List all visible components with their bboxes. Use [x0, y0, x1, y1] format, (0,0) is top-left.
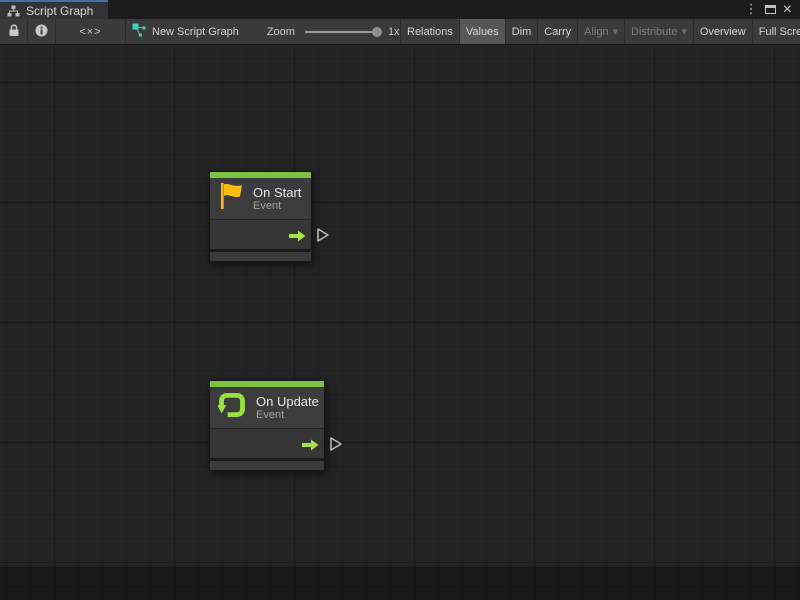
carry-label: Carry: [544, 26, 571, 38]
node-on-update[interactable]: On Update Event: [209, 380, 325, 471]
code-angle-x-icon: <×>: [79, 26, 101, 38]
distribute-label: Distribute: [631, 26, 677, 38]
node-port-row: [210, 428, 324, 458]
relations-button[interactable]: Relations: [400, 19, 459, 45]
relations-label: Relations: [407, 26, 453, 38]
flow-arrow-icon: [289, 229, 306, 247]
node-footer: [210, 249, 311, 261]
node-title: On Update: [256, 394, 319, 409]
dim-label: Dim: [512, 26, 532, 38]
graph-canvas[interactable]: On Start Event: [0, 46, 800, 600]
tab-label: Script Graph: [26, 4, 93, 18]
full-screen-button[interactable]: Full Screen: [752, 19, 800, 45]
align-label: Align: [584, 26, 608, 38]
lock-button[interactable]: [0, 19, 28, 44]
node-subtitle: Event: [256, 409, 319, 422]
code-preview-button[interactable]: <×>: [56, 19, 126, 44]
info-icon: [35, 24, 48, 40]
align-dropdown[interactable]: Align ▼: [577, 19, 624, 45]
maximize-icon[interactable]: [765, 5, 776, 14]
node-subtitle: Event: [253, 200, 301, 213]
node-on-start[interactable]: On Start Event: [209, 171, 312, 262]
trigger-output-port[interactable]: [316, 227, 330, 248]
zoom-value: 1x: [388, 26, 400, 38]
node-title: On Start: [253, 185, 301, 200]
flag-icon: [218, 181, 243, 216]
script-graph-window: Script Graph ⋮ ×: [0, 0, 800, 600]
tab-bar: Script Graph ⋮ ×: [0, 0, 800, 19]
close-icon[interactable]: ×: [783, 2, 792, 18]
flow-arrow-icon: [302, 438, 319, 456]
dropdown-caret-icon: ▼: [681, 29, 686, 36]
graph-node-icon: [132, 23, 146, 40]
full-screen-label: Full Screen: [759, 26, 800, 38]
view-toggle-group: Relations Values Dim Carry Align ▼ Distr…: [400, 19, 800, 45]
node-titles: On Start Event: [253, 185, 301, 213]
hierarchy-icon: [7, 5, 20, 17]
values-button[interactable]: Values: [459, 19, 505, 45]
loop-icon: [218, 391, 246, 424]
canvas-bottom-shade: [0, 567, 800, 600]
dropdown-caret-icon: ▼: [613, 29, 618, 36]
node-header: On Update Event: [210, 387, 324, 428]
overview-button[interactable]: Overview: [693, 19, 752, 45]
zoom-slider-knob[interactable]: [372, 27, 382, 37]
new-script-graph-button[interactable]: New Script Graph: [126, 19, 249, 44]
zoom-label: Zoom: [267, 26, 295, 38]
kebab-menu-icon[interactable]: ⋮: [745, 3, 758, 16]
node-footer: [210, 458, 324, 470]
graph-toolbar: <×> New Script Graph Zoom 1x Relatio: [0, 19, 800, 45]
lock-icon: [8, 24, 20, 40]
info-button[interactable]: [28, 19, 56, 44]
window-controls: ⋮ ×: [745, 0, 800, 19]
values-label: Values: [466, 26, 499, 38]
zoom-control: Zoom 1x: [267, 19, 400, 44]
trigger-output-port[interactable]: [329, 436, 343, 457]
tab-script-graph[interactable]: Script Graph: [0, 0, 108, 19]
carry-button[interactable]: Carry: [537, 19, 577, 45]
dim-button[interactable]: Dim: [505, 19, 538, 45]
node-port-row: [210, 219, 311, 249]
new-script-graph-label: New Script Graph: [152, 26, 239, 38]
node-titles: On Update Event: [256, 394, 319, 422]
distribute-dropdown[interactable]: Distribute ▼: [624, 19, 693, 45]
node-header: On Start Event: [210, 178, 311, 219]
overview-label: Overview: [700, 26, 746, 38]
zoom-slider[interactable]: [305, 31, 377, 33]
